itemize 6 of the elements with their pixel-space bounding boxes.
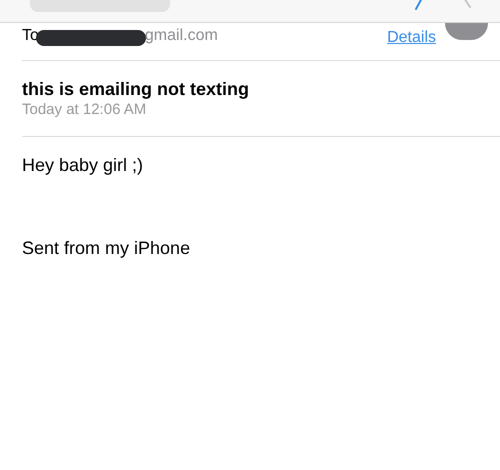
body-text: Sent from my iPhone bbox=[22, 237, 192, 259]
subject: this is emailing not texting bbox=[22, 78, 250, 100]
details-link[interactable]: Details bbox=[387, 26, 436, 50]
body-text: Hey baby girl ;) bbox=[22, 154, 144, 176]
recipient-address: gmail.com bbox=[144, 26, 218, 46]
date: Today at 12:06 AM bbox=[22, 100, 148, 120]
